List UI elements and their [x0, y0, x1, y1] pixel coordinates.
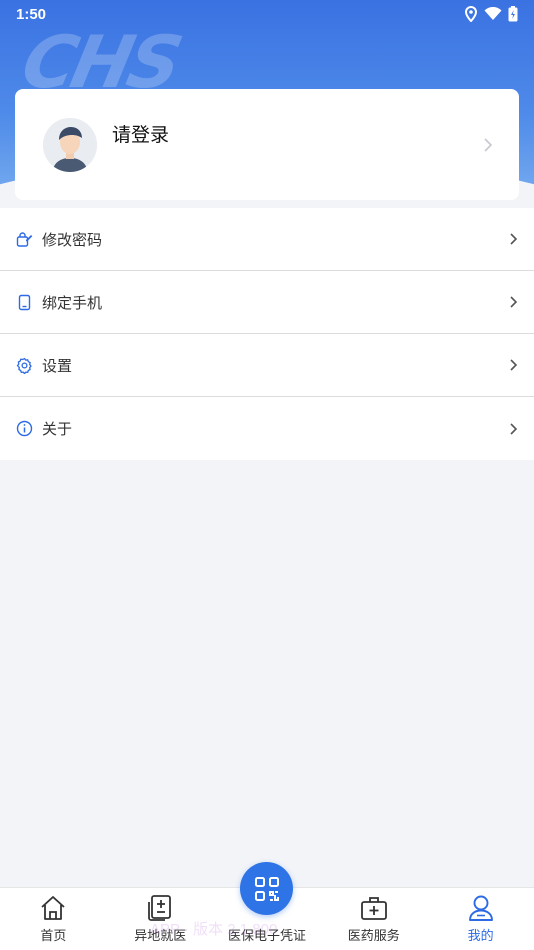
status-bar: 1:50: [0, 0, 534, 28]
menu-item-bind-phone[interactable]: 绑定手机: [0, 271, 534, 334]
chevron-right-icon: [510, 296, 518, 308]
menu-item-label: 修改密码: [42, 230, 103, 249]
settings-menu: 修改密码 绑定手机 设置 关于: [0, 208, 534, 460]
location-icon: [464, 6, 478, 22]
phone-icon: [16, 294, 33, 311]
profile-card[interactable]: 请登录: [15, 89, 519, 200]
menu-item-change-password[interactable]: 修改密码: [0, 208, 534, 271]
battery-icon: [508, 6, 518, 22]
qr-code-icon: [254, 876, 279, 901]
qr-code-button[interactable]: [240, 862, 293, 915]
chevron-right-icon: [510, 359, 518, 371]
menu-item-label: 设置: [42, 356, 73, 375]
wifi-icon: [484, 7, 502, 20]
nav-item-mine[interactable]: 我的: [427, 888, 534, 950]
menu-item-label: 关于: [42, 420, 73, 438]
menu-item-settings[interactable]: 设置: [0, 334, 534, 397]
status-icons: [464, 6, 518, 22]
avatar: [43, 117, 97, 172]
nav-item-medicine-service[interactable]: 医药服务: [320, 888, 427, 950]
home-icon: [39, 894, 67, 922]
nav-item-home[interactable]: 首页: [0, 888, 107, 950]
gear-icon: [16, 357, 33, 374]
chevron-right-icon: [510, 233, 518, 245]
edit-lock-icon: [16, 231, 33, 248]
user-icon: [467, 894, 495, 922]
info-icon: [16, 420, 33, 437]
default-avatar-icon: [43, 117, 97, 172]
login-prompt[interactable]: 请登录: [112, 120, 169, 147]
chevron-right-icon: [484, 137, 493, 152]
medicine-kit-icon: [360, 894, 388, 922]
status-time: 1:50: [16, 5, 47, 23]
nav-label: 我的: [467, 929, 494, 944]
nav-label: 首页: [40, 929, 67, 944]
menu-item-about[interactable]: 关于: [0, 397, 534, 460]
faded-version-text: APP · 版本 2.1.800: [150, 921, 278, 938]
menu-item-label: 绑定手机: [42, 293, 103, 312]
nav-label: 医药服务: [347, 929, 400, 944]
chevron-right-icon: [510, 422, 518, 435]
